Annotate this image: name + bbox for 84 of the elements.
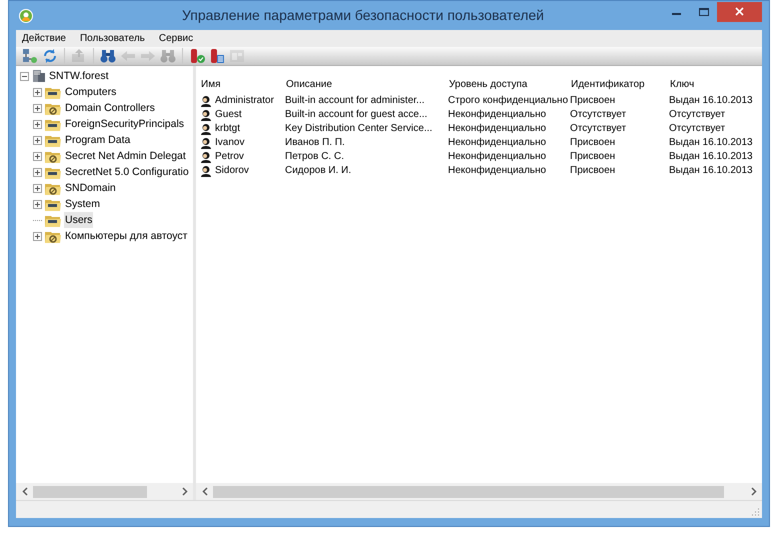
tree-item[interactable]: Secret Net Admin Delegat	[64, 148, 187, 164]
app-icon	[19, 8, 33, 22]
close-icon	[735, 7, 744, 16]
tree-item[interactable]: Domain Controllers	[64, 100, 156, 116]
tree-item[interactable]: SNTW.forest	[49, 68, 109, 84]
folder-icon	[45, 166, 61, 178]
expand-icon[interactable]	[33, 104, 42, 112]
table-cell-text: Неконфиденциально	[448, 122, 546, 136]
tree-item[interactable]: SecretNet 5.0 Configuratio	[64, 164, 190, 180]
table-cell-text: Выдан 16.10.2013	[669, 150, 753, 164]
menu-item[interactable]: Сервис	[156, 31, 196, 46]
user-icon	[200, 150, 212, 162]
table-cell-text: Присвоен	[570, 150, 616, 164]
server-icon	[32, 69, 46, 83]
expand-icon[interactable]	[33, 200, 42, 208]
expand-icon[interactable]	[33, 120, 42, 128]
column-header[interactable]: Описание	[285, 76, 448, 92]
table-cell-text: Отсутствует	[570, 108, 626, 122]
table-cell-text: Выдан 16.10.2013	[669, 164, 753, 178]
table-cell-text: Administrator	[215, 94, 274, 108]
scrollbar-thumb[interactable]	[213, 486, 724, 498]
table-cell-text: Петров С. С.	[285, 150, 344, 164]
table-cell-text: Неконфиденциально	[448, 136, 546, 150]
tree-item[interactable]: SNDomain	[64, 180, 117, 196]
table-cell-text: Отсутствует	[669, 108, 726, 122]
expand-icon[interactable]	[33, 232, 42, 240]
table-cell-text: Неконфиденциально	[448, 150, 546, 164]
user-icon	[200, 122, 212, 134]
expand-icon[interactable]	[33, 184, 42, 192]
table-cell-text: Сидоров И. И.	[285, 164, 352, 178]
binoculars-icon[interactable]	[100, 48, 116, 64]
column-header[interactable]: Идентификатор	[570, 76, 669, 92]
expand-icon[interactable]	[33, 88, 42, 96]
table-cell-text: Выдан 16.10.2013	[669, 94, 753, 108]
scrollbar-thumb[interactable]	[33, 486, 148, 498]
folder-icon	[45, 214, 61, 226]
table-cell-text: Built-in account for guest acce...	[285, 108, 428, 122]
expand-icon[interactable]	[33, 136, 42, 144]
expand-icon[interactable]	[33, 152, 42, 160]
table-cell-text: Ivanov	[215, 136, 244, 150]
tree-item[interactable]: Computers	[64, 84, 118, 100]
table-cell-text: Присвоен	[570, 164, 616, 178]
table-cell-text: Guest	[215, 108, 242, 122]
table-cell-text: Sidorov	[215, 164, 249, 178]
table-cell-text: Присвоен	[570, 136, 616, 150]
menu-item[interactable]: Действие	[20, 31, 68, 46]
table-cell-text: Иванов П. П.	[285, 136, 345, 150]
close-button[interactable]	[717, 2, 762, 22]
tree-item[interactable]: Users	[64, 212, 94, 228]
column-header[interactable]: Имя	[200, 76, 285, 92]
folder-icon	[45, 118, 61, 130]
table-cell-text: Выдан 16.10.2013	[669, 136, 753, 150]
table-cell-text: Присвоен	[570, 94, 616, 108]
folder-icon	[45, 134, 61, 146]
table-cell-text: Key Distribution Center Service...	[285, 122, 432, 136]
column-header[interactable]: Ключ	[669, 76, 762, 92]
resize-grip-icon[interactable]	[752, 508, 760, 516]
network-icon[interactable]	[22, 48, 38, 64]
user-icon	[200, 136, 212, 148]
tree-item[interactable]: ForeignSecurityPrincipals	[64, 116, 186, 132]
table-cell-text: Строго конфиденциально	[448, 94, 568, 108]
horizontal-scrollbar[interactable]	[196, 483, 762, 500]
user-icon	[200, 94, 212, 106]
table-cell-text: Отсутствует	[570, 122, 626, 136]
folder-icon	[45, 198, 61, 210]
table-cell-text: krbtgt	[215, 122, 240, 136]
refresh-icon[interactable]	[42, 48, 58, 64]
folder-icon	[45, 86, 61, 98]
table-cell-text: Built-in account for administer...	[285, 94, 425, 108]
tree-item[interactable]: System	[64, 196, 102, 212]
table-cell-text: Неконфиденциально	[448, 108, 546, 122]
expand-icon[interactable]	[33, 168, 42, 176]
tree-item[interactable]: Program Data	[64, 132, 132, 148]
user-icon	[200, 164, 212, 176]
table-cell-text: Отсутствует	[669, 122, 726, 136]
user-icon	[200, 108, 212, 120]
collapse-icon[interactable]	[20, 72, 29, 80]
table-cell-text: Petrov	[215, 150, 244, 164]
menu-item[interactable]: Пользователь	[78, 31, 147, 46]
column-header[interactable]: Уровень доступа	[448, 76, 570, 92]
window-title: Управление параметрами безопасности пользователей	[181, 6, 545, 25]
table-cell-text: Неконфиденциально	[448, 164, 546, 178]
horizontal-scrollbar[interactable]	[16, 483, 193, 500]
tree-item[interactable]: Компьютеры для автоуст	[64, 228, 188, 244]
